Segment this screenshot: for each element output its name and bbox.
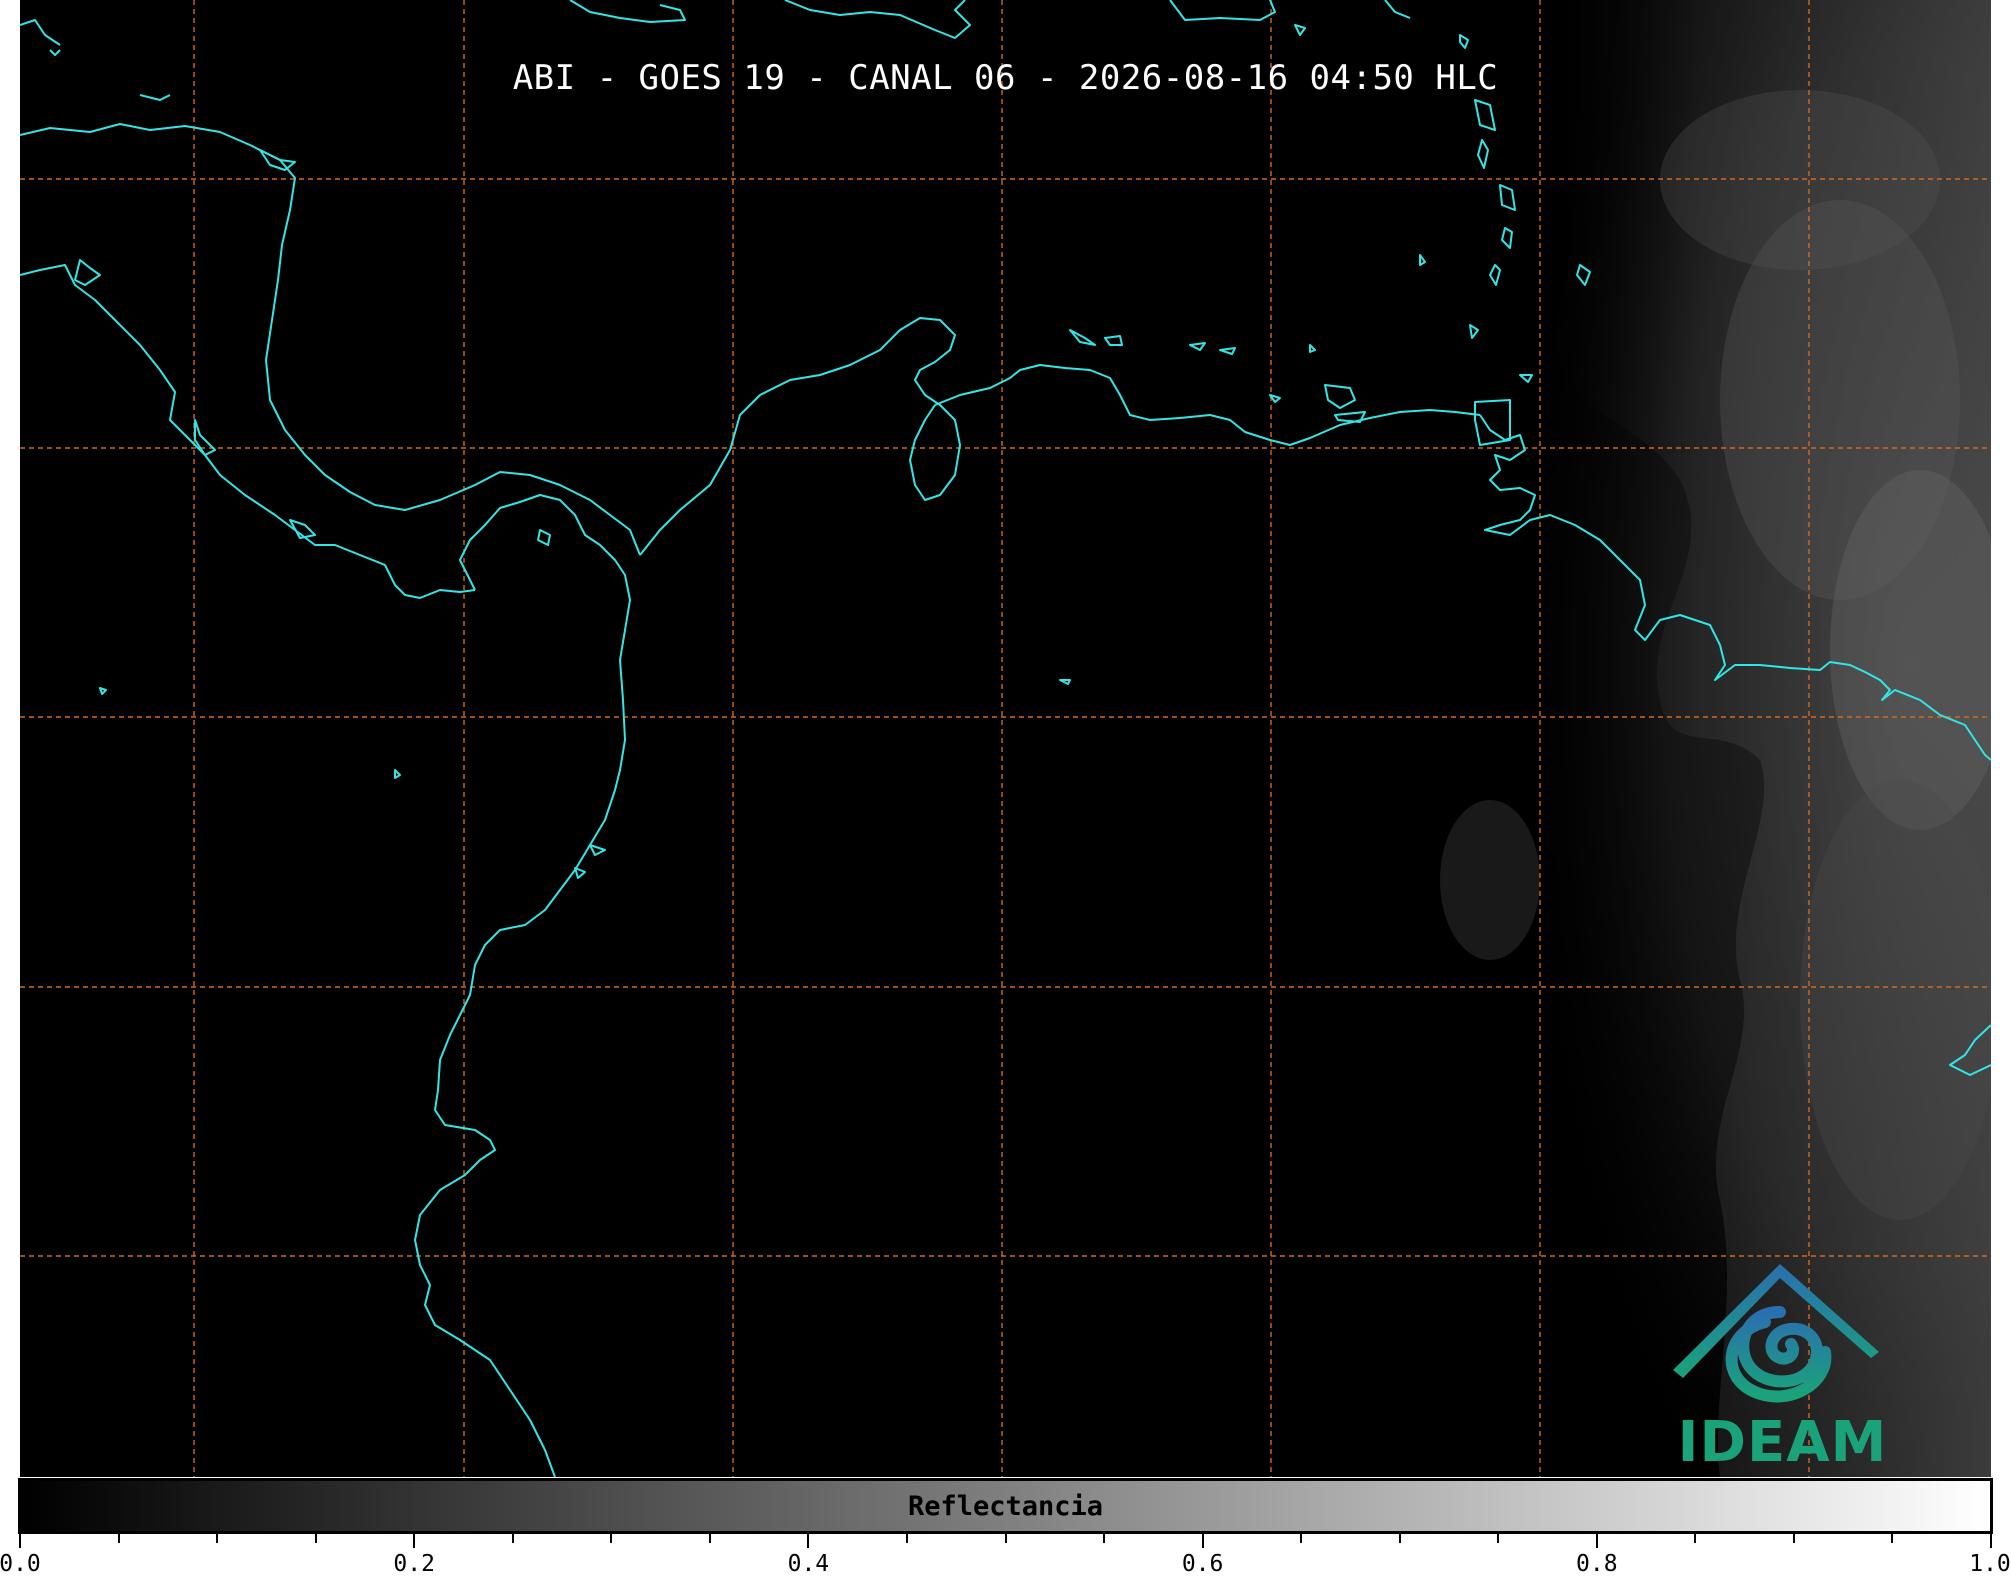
colorbar-minor-tick xyxy=(1004,1534,1007,1543)
colorbar-minor-tick xyxy=(314,1534,317,1543)
ideam-logo-icon xyxy=(1673,1264,1879,1403)
colorbar-minor-tick xyxy=(905,1534,908,1543)
colorbar-minor-tick xyxy=(117,1534,120,1543)
colorbar-tick-label: 0.4 xyxy=(787,1551,830,1577)
colorbar-tick-label: 0.0 xyxy=(0,1551,41,1577)
ideam-logo-text: IDEAM xyxy=(1677,1410,1888,1475)
colorbar-major-tick xyxy=(807,1534,810,1548)
colorbar-label: Reflectancia xyxy=(907,1490,1104,1522)
colorbar-minor-tick xyxy=(610,1534,613,1543)
satellite-map: ABI - GOES 19 - CANAL 06 - 2026-08-16 04… xyxy=(20,0,1991,1477)
colorbar-tick-label: 0.2 xyxy=(393,1551,435,1577)
colorbar-minor-tick xyxy=(1300,1534,1303,1543)
colorbar-major-tick xyxy=(1201,1534,1204,1548)
colorbar: Reflectancia xyxy=(18,1478,1993,1534)
colorbar-minor-tick xyxy=(1103,1534,1106,1543)
colorbar-minor-tick xyxy=(216,1534,219,1543)
colorbar-minor-tick xyxy=(511,1534,514,1543)
colorbar-major-tick xyxy=(413,1534,416,1548)
colorbar-major-tick xyxy=(1595,1534,1598,1548)
colorbar-minor-tick xyxy=(1398,1534,1401,1543)
ideam-logo: IDEAM xyxy=(1665,1252,1900,1475)
colorbar-minor-tick xyxy=(1694,1534,1697,1543)
colorbar-minor-tick xyxy=(1497,1534,1500,1543)
colorbar-tick-label: 1.0 xyxy=(1969,1551,2011,1577)
map-title: ABI - GOES 19 - CANAL 06 - 2026-08-16 04… xyxy=(512,58,1499,98)
colorbar-minor-tick xyxy=(1891,1534,1894,1543)
colorbar-minor-tick xyxy=(708,1534,711,1543)
colorbar-tick-label: 0.6 xyxy=(1181,1551,1224,1577)
colorbar-major-tick xyxy=(19,1534,21,1548)
colorbar-major-tick xyxy=(1990,1534,1992,1548)
colorbar-minor-tick xyxy=(1792,1534,1795,1543)
colorbar-tick-label: 0.8 xyxy=(1576,1551,1618,1577)
